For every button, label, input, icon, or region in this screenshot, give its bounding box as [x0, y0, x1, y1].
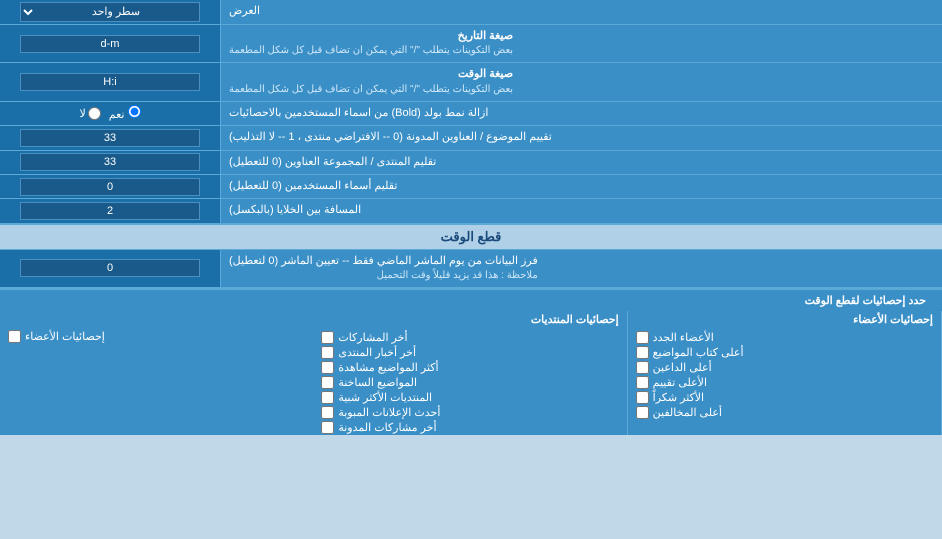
checkbox-hot-topics-input[interactable] — [321, 376, 334, 389]
date-format-label: صيغة التاريخ بعض التكوينات يتطلب "/" الت… — [220, 25, 942, 62]
bold-remove-row: ازالة نمط بولد (Bold) من اسماء المستخدمي… — [0, 102, 942, 126]
cell-spacing-input[interactable] — [20, 202, 200, 220]
checkbox-hot-topics-label: المواضيع الساخنة — [338, 376, 417, 389]
checkbox-most-viewed-label: أكثر المواضيع مشاهدة — [338, 361, 438, 374]
radio-no-label: لا — [79, 107, 100, 120]
checkbox-last-blog-input[interactable] — [321, 421, 334, 434]
checkbox-top-authors-label: أعلى كتاب المواضيع — [653, 346, 744, 359]
checkbox-last-posts: أخر المشاركات — [321, 330, 618, 345]
sort-usernames-row: تقليم أسماء المستخدمين (0 للتعطيل) — [0, 175, 942, 199]
checkbox-top-rated-input[interactable] — [636, 376, 649, 389]
checkbox-most-similar: المنتديات الأكثر شبية — [321, 390, 618, 405]
checkbox-latest-classified-label: أحدث الإعلانات المبوبة — [338, 406, 440, 419]
col1-header — [8, 311, 305, 329]
cell-spacing-input-cell — [0, 199, 220, 222]
checkbox-last-blog: أخر مشاركات المدونة — [321, 420, 618, 435]
checkbox-col-extra: إحصائيات الأعضاء — [0, 311, 313, 435]
checkbox-last-blog-label: أخر مشاركات المدونة — [338, 421, 436, 434]
sort-forum-row: تقليم المنتدى / المجموعة العناوين (0 للت… — [0, 151, 942, 175]
sort-topics-input-cell — [0, 126, 220, 149]
time-format-row: صيغة الوقت بعض التكوينات يتطلب "/" التي … — [0, 63, 942, 101]
sort-topics-input[interactable] — [20, 129, 200, 147]
time-filter-row: فرز البيانات من يوم الماشر الماضي فقط --… — [0, 250, 942, 288]
bold-radio-group: نعم لا — [79, 105, 140, 121]
display-label: العرض — [220, 0, 942, 24]
display-dropdown-cell: سطر واحدسطرينثلاثة أسطر — [0, 0, 220, 24]
checkbox-top-rated-label: الأعلى تقييم — [653, 376, 707, 389]
sort-forum-label: تقليم المنتدى / المجموعة العناوين (0 للت… — [220, 151, 942, 174]
checkbox-new-members: الأعضاء الجدد — [636, 330, 933, 345]
checkbox-most-viewed: أكثر المواضيع مشاهدة — [321, 360, 618, 375]
date-format-input[interactable] — [20, 35, 200, 53]
checkbox-last-news-input[interactable] — [321, 346, 334, 359]
cell-spacing-label: المسافة بين الخلايا (بالبكسل) — [220, 199, 942, 222]
checkbox-col-members: إحصائيات الأعضاء الأعضاء الجدد أعلى كتاب… — [628, 311, 942, 435]
checkbox-member-stats-input[interactable] — [8, 330, 21, 343]
bold-remove-input-cell: نعم لا — [0, 102, 220, 125]
checkbox-last-news-label: أخر أخبار المنتدى — [338, 346, 416, 359]
checkboxes-top-row: حدد إحصائيات لقطع الوقت — [0, 290, 942, 311]
checkbox-most-thanks-label: الأكثر شكراً — [653, 391, 704, 404]
col2-header: إحصائيات المنتديات — [321, 311, 618, 330]
time-filter-input-cell — [0, 250, 220, 287]
radio-no[interactable] — [88, 107, 101, 120]
checkbox-latest-classified-input[interactable] — [321, 406, 334, 419]
radio-yes-label: نعم — [109, 105, 141, 121]
checkboxes-title: حدد إحصائيات لقطع الوقت — [0, 292, 934, 309]
sort-usernames-input[interactable] — [20, 178, 200, 196]
checkboxes-section: حدد إحصائيات لقطع الوقت إحصائيات الأعضاء… — [0, 288, 942, 435]
sort-usernames-input-cell — [0, 175, 220, 198]
time-filter-label: فرز البيانات من يوم الماشر الماضي فقط --… — [220, 250, 942, 287]
time-filter-input[interactable] — [20, 259, 200, 277]
time-format-input[interactable] — [20, 73, 200, 91]
checkbox-new-members-input[interactable] — [636, 331, 649, 344]
time-section-title: قطع الوقت — [0, 225, 942, 249]
checkbox-top-inviters-label: أعلى الداعين — [653, 361, 712, 374]
checkbox-last-news: أخر أخبار المنتدى — [321, 345, 618, 360]
sort-topics-row: تقييم الموضوع / العناوين المدونة (0 -- ا… — [0, 126, 942, 150]
checkbox-last-posts-label: أخر المشاركات — [338, 331, 407, 344]
time-format-label: صيغة الوقت بعض التكوينات يتطلب "/" التي … — [220, 63, 942, 100]
checkbox-top-violators: أعلى المخالفين — [636, 405, 933, 420]
checkbox-top-inviters: أعلى الداعين — [636, 360, 933, 375]
checkbox-top-inviters-input[interactable] — [636, 361, 649, 374]
bold-remove-label: ازالة نمط بولد (Bold) من اسماء المستخدمي… — [220, 102, 942, 125]
checkboxes-columns: إحصائيات الأعضاء الأعضاء الجدد أعلى كتاب… — [0, 311, 942, 435]
sort-topics-label: تقييم الموضوع / العناوين المدونة (0 -- ا… — [220, 126, 942, 149]
checkbox-most-thanks: الأكثر شكراً — [636, 390, 933, 405]
checkbox-most-thanks-input[interactable] — [636, 391, 649, 404]
checkbox-most-viewed-input[interactable] — [321, 361, 334, 374]
sort-forum-input-cell — [0, 151, 220, 174]
checkbox-top-rated: الأعلى تقييم — [636, 375, 933, 390]
checkbox-col-forums: إحصائيات المنتديات أخر المشاركات أخر أخب… — [313, 311, 627, 435]
checkbox-last-posts-input[interactable] — [321, 331, 334, 344]
checkbox-top-authors: أعلى كتاب المواضيع — [636, 345, 933, 360]
display-dropdown[interactable]: سطر واحدسطرينثلاثة أسطر — [20, 2, 200, 22]
col3-header: إحصائيات الأعضاء — [636, 311, 933, 330]
time-section-header: قطع الوقت — [0, 224, 942, 250]
header-row: العرض سطر واحدسطرينثلاثة أسطر — [0, 0, 942, 25]
date-format-row: صيغة التاريخ بعض التكوينات يتطلب "/" الت… — [0, 25, 942, 63]
checkbox-most-similar-label: المنتديات الأكثر شبية — [338, 391, 432, 404]
checkbox-most-similar-input[interactable] — [321, 391, 334, 404]
checkbox-latest-classified: أحدث الإعلانات المبوبة — [321, 405, 618, 420]
sort-forum-input[interactable] — [20, 153, 200, 171]
checkbox-member-stats: إحصائيات الأعضاء — [8, 329, 305, 344]
checkbox-new-members-label: الأعضاء الجدد — [653, 331, 714, 344]
checkbox-top-authors-input[interactable] — [636, 346, 649, 359]
cell-spacing-row: المسافة بين الخلايا (بالبكسل) — [0, 199, 942, 223]
checkbox-member-stats-label: إحصائيات الأعضاء — [25, 330, 105, 343]
time-format-input-cell — [0, 63, 220, 100]
checkbox-top-violators-label: أعلى المخالفين — [653, 406, 722, 419]
radio-yes[interactable] — [128, 105, 141, 118]
checkbox-hot-topics: المواضيع الساخنة — [321, 375, 618, 390]
sort-usernames-label: تقليم أسماء المستخدمين (0 للتعطيل) — [220, 175, 942, 198]
date-format-input-cell — [0, 25, 220, 62]
checkbox-top-violators-input[interactable] — [636, 406, 649, 419]
